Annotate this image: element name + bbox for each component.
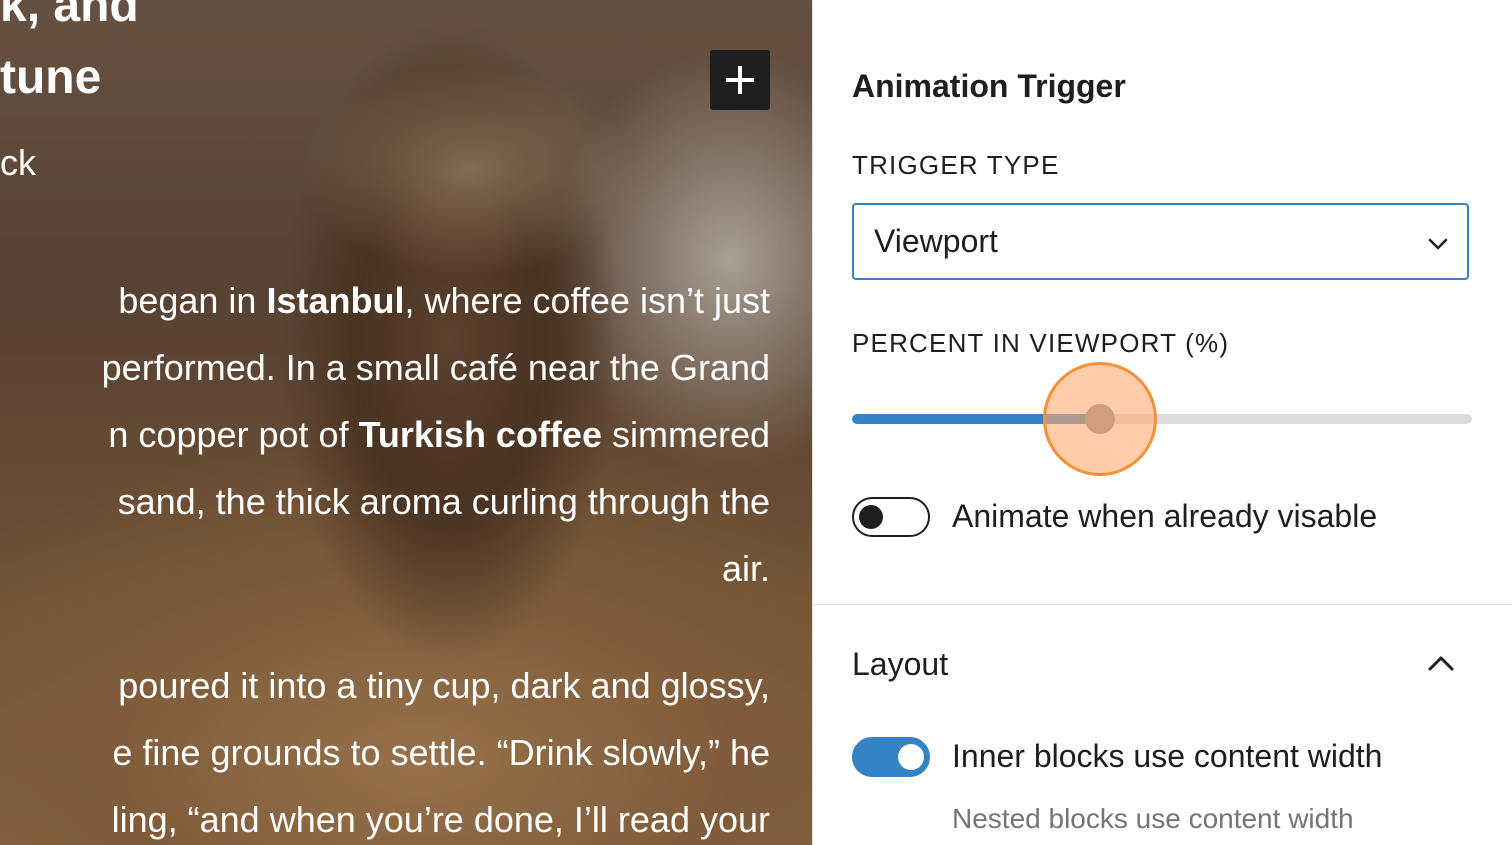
post-heading-line-2[interactable]: tune xyxy=(0,50,101,106)
paragraph-1[interactable]: began in Istanbul, where coffee isn’t ju… xyxy=(0,267,770,602)
slider-thumb[interactable] xyxy=(1085,404,1115,434)
paragraph-1-line: sand, the thick aroma curling through th… xyxy=(0,468,770,535)
animate-when-visible-toggle[interactable] xyxy=(852,497,930,537)
inner-blocks-content-width-label: Inner blocks use content width xyxy=(952,738,1383,774)
paragraph-2-line: ling, “and when you’re done, I’ll read y… xyxy=(111,799,770,840)
paragraph-2-line: poured it into a tiny cup, dark and glos… xyxy=(118,665,770,706)
text-run: air. xyxy=(721,548,770,589)
text-run: sand, the thick aroma curling through th… xyxy=(117,481,770,522)
partial-icon xyxy=(896,0,932,4)
chevron-up-icon[interactable] xyxy=(1426,651,1456,675)
bold-text: Istanbul xyxy=(266,280,405,321)
toggle-knob xyxy=(859,505,883,529)
text-run: began in xyxy=(118,280,267,321)
animation-trigger-title: Animation Trigger xyxy=(852,68,1126,104)
trigger-type-select[interactable]: Viewport xyxy=(852,203,1469,280)
trigger-type-label: TRIGGER TYPE xyxy=(852,150,1060,180)
toggle-knob xyxy=(898,744,924,770)
paragraph-1-line: air. xyxy=(0,535,770,602)
inner-blocks-help-text: Nested blocks use content width xyxy=(952,803,1354,834)
plus-icon xyxy=(726,66,754,94)
post-byline[interactable]: ck xyxy=(0,142,36,184)
inner-blocks-content-width-toggle[interactable] xyxy=(852,737,930,777)
bold-text: Turkish coffee xyxy=(358,414,602,455)
paragraph-1-line: began in Istanbul, where coffee isn’t ju… xyxy=(0,267,770,334)
editor-canvas: k, and tune ck began in Istanbul, where … xyxy=(0,0,812,845)
slider-fill xyxy=(852,414,1100,424)
paragraph-2-line: e fine grounds to settle. “Drink slowly,… xyxy=(112,732,770,773)
text-run: , where coffee isn’t just xyxy=(404,280,770,321)
text-run: simmered xyxy=(601,414,770,455)
chevron-down-icon xyxy=(1428,238,1448,250)
trigger-type-value: Viewport xyxy=(874,223,998,259)
panel-divider xyxy=(812,604,1512,605)
text-run: performed. In a small café near the Gran… xyxy=(101,347,770,388)
animate-when-visible-label: Animate when already visable xyxy=(952,498,1378,534)
paragraph-2[interactable]: poured it into a tiny cup, dark and glos… xyxy=(0,652,770,845)
post-heading-line-1[interactable]: k, and xyxy=(0,0,139,34)
percent-in-viewport-slider[interactable] xyxy=(852,362,1472,476)
paragraph-1-line: performed. In a small café near the Gran… xyxy=(0,334,770,401)
layout-panel-title[interactable]: Layout xyxy=(852,646,948,683)
text-run: n copper pot of xyxy=(108,414,359,455)
add-block-button[interactable] xyxy=(710,50,770,110)
paragraph-1-line: n copper pot of Turkish coffee simmered xyxy=(0,401,770,468)
percent-in-viewport-label: PERCENT IN VIEWPORT (%) xyxy=(852,328,1230,358)
